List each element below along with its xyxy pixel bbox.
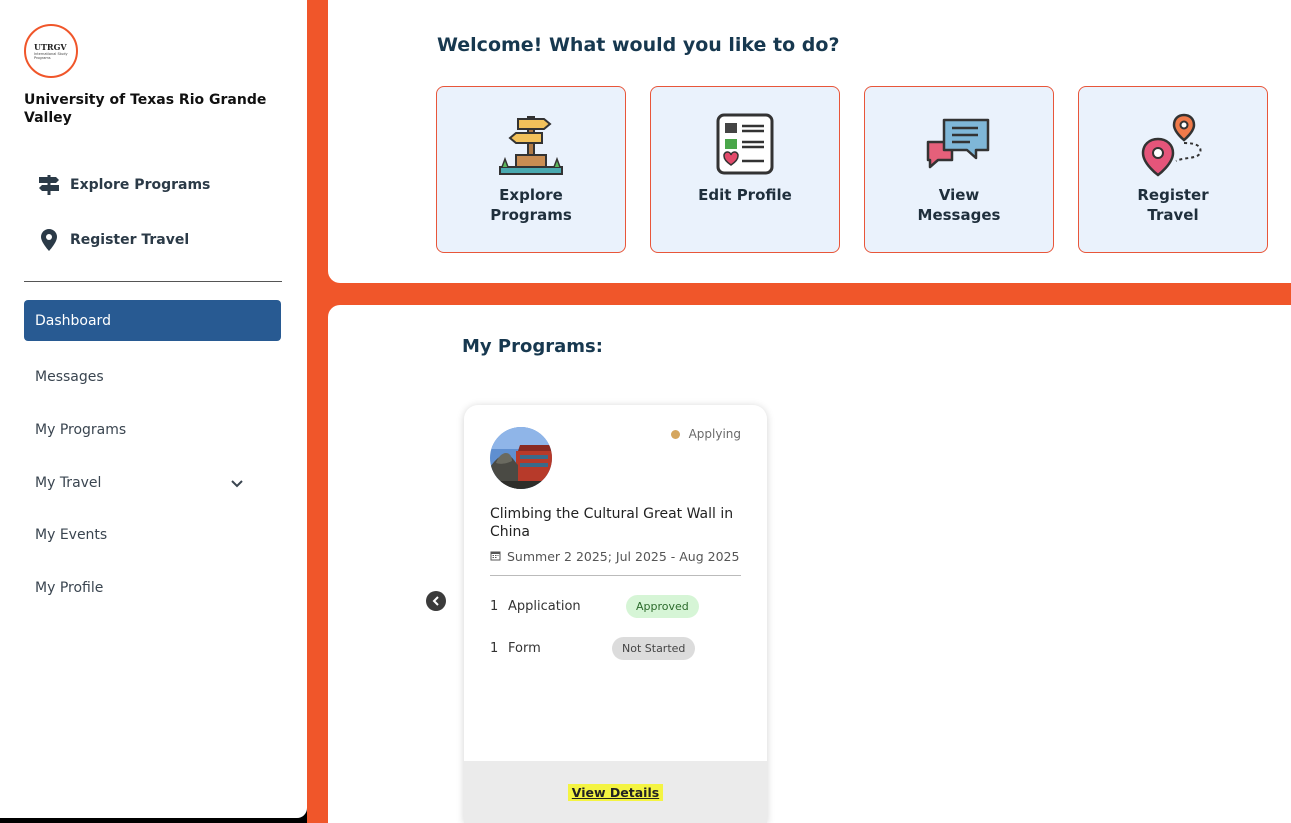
quick-link-label: Explore Programs [70, 177, 211, 193]
requirement-label: Application [508, 599, 581, 614]
sidebar-item-messages[interactable]: Messages [24, 356, 281, 397]
program-term: Summer 2 2025; Jul 2025 - Aug 2025 [490, 549, 739, 564]
route-pins-icon [1138, 109, 1208, 179]
requirement-count: 1 [490, 599, 499, 614]
sidebar-item-label: My Travel [35, 474, 102, 491]
tile-view-messages[interactable]: View Messages [864, 86, 1054, 253]
chat-bubbles-icon [924, 109, 994, 179]
requirement-status-badge: Approved [626, 595, 699, 618]
sidebar: UTRGV International Study Programs Unive… [0, 0, 307, 818]
requirement-count: 1 [490, 641, 499, 656]
tile-label: Register Travel [1137, 186, 1209, 224]
signpost-icon [494, 109, 568, 179]
tile-label: Edit Profile [698, 186, 792, 204]
sidebar-item-dashboard[interactable]: Dashboard [24, 300, 281, 341]
logo-subtext: International Study Programs [34, 51, 68, 60]
logo-text: UTRGV [34, 41, 67, 52]
tile-label: Explore Programs [490, 186, 572, 224]
tile-edit-profile[interactable]: Edit Profile [650, 86, 840, 253]
sidebar-item-my-programs[interactable]: My Programs [24, 409, 281, 450]
calendar-icon [490, 549, 501, 564]
profile-form-icon [712, 109, 778, 179]
signpost-icon [36, 175, 62, 195]
map-pin-icon [36, 229, 62, 251]
tile-register-travel[interactable]: Register Travel [1078, 86, 1268, 253]
chevron-down-icon[interactable] [231, 476, 243, 492]
welcome-panel: Welcome! What would you like to do? Expl… [328, 0, 1291, 283]
sidebar-divider [24, 281, 282, 282]
chevron-left-icon [432, 596, 439, 606]
card-footer: View Details [464, 761, 767, 823]
sidebar-item-label: My Programs [35, 421, 127, 438]
card-divider [490, 575, 741, 576]
status-label: Applying [688, 427, 741, 441]
view-details-link[interactable]: View Details [567, 783, 664, 801]
sidebar-item-label: Messages [35, 368, 104, 385]
tile-label: View Messages [917, 186, 1001, 224]
university-logo[interactable]: UTRGV International Study Programs [24, 24, 78, 78]
requirement-row-form: 1 Form Not Started [490, 637, 696, 660]
status-badge: Applying [670, 427, 741, 441]
program-title[interactable]: Climbing the Cultural Great Wall in Chin… [490, 505, 745, 541]
status-dot [670, 429, 680, 439]
quick-link-register-travel[interactable]: Register Travel [36, 229, 189, 251]
program-image [490, 427, 552, 489]
sidebar-item-label: My Profile [35, 579, 104, 596]
sidebar-item-my-events[interactable]: My Events [24, 514, 281, 555]
my-programs-panel: My Programs: Applying Climbing the Cultu… [328, 305, 1291, 823]
sidebar-item-label: Dashboard [35, 312, 111, 329]
program-term-text: Summer 2 2025; Jul 2025 - Aug 2025 [507, 549, 740, 564]
requirement-row-application: 1 Application Approved [490, 595, 699, 618]
carousel-prev-button[interactable] [426, 591, 446, 611]
sidebar-item-my-profile[interactable]: My Profile [24, 567, 281, 608]
sidebar-item-label: My Events [35, 526, 108, 543]
my-programs-title: My Programs: [462, 336, 603, 357]
sidebar-item-my-travel[interactable]: My Travel [24, 462, 281, 503]
quick-link-label: Register Travel [70, 232, 190, 248]
requirement-label: Form [508, 641, 541, 656]
requirement-status-badge: Not Started [612, 637, 696, 660]
university-name: University of Texas Rio Grande Valley [24, 92, 267, 126]
tile-explore-programs[interactable]: Explore Programs [436, 86, 626, 253]
quick-link-explore-programs[interactable]: Explore Programs [36, 175, 210, 195]
welcome-title: Welcome! What would you like to do? [437, 34, 840, 56]
program-card[interactable]: Applying Climbing the Cultural Great Wal… [464, 405, 767, 823]
